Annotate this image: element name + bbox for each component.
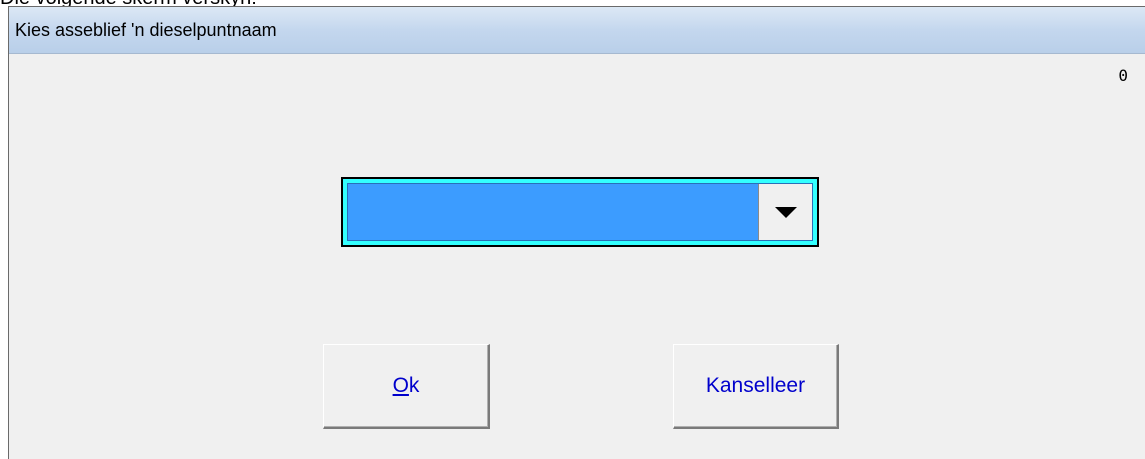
triangle-down-icon (774, 206, 797, 218)
combobox-focus-ring (343, 179, 817, 245)
ok-button[interactable]: Ok (323, 344, 490, 429)
dropdown-button[interactable] (758, 184, 812, 240)
dialog-window: Kies asseblief 'n dieselpuntnaam 0 Ok Ka… (8, 6, 1145, 459)
dialog-title: Kies asseblief 'n dieselpuntnaam (15, 20, 277, 40)
counter-value: 0 (1118, 66, 1128, 85)
cancel-button[interactable]: Kanselleer (673, 344, 839, 429)
dieselpoint-combobox[interactable] (341, 177, 819, 247)
ok-button-mnemonic: O (392, 374, 409, 397)
dialog-titlebar[interactable]: Kies asseblief 'n dieselpuntnaam (9, 7, 1145, 54)
combobox-field[interactable] (347, 183, 813, 241)
ok-button-label: k (408, 374, 420, 397)
cancel-button-label: Kanselleer (705, 374, 806, 397)
